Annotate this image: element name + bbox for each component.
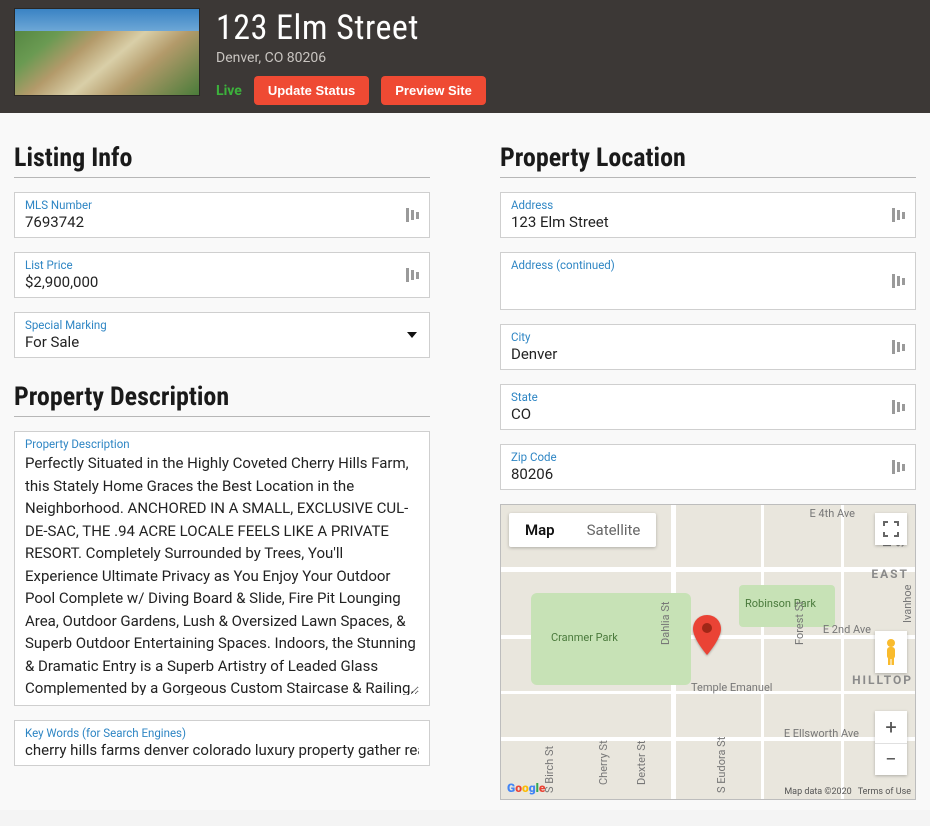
state-label: State [511,390,905,404]
address-label: Address [511,198,905,212]
address-field[interactable]: Address [500,192,916,238]
field-action-icon[interactable] [892,400,905,414]
description-field[interactable]: Property Description [14,431,430,706]
map-area2-label: HILLTOP [852,673,913,687]
map-vstreet-5: Dexter St [635,740,648,785]
location-heading: Property Location [500,143,916,178]
state-input[interactable] [511,404,905,423]
map-label-park1: Cranmer Park [551,631,618,644]
zip-input[interactable] [511,464,905,483]
update-status-button[interactable]: Update Status [254,76,369,105]
map-vstreet-6: S Eudora St [715,737,728,793]
zip-label: Zip Code [511,450,905,464]
field-action-icon[interactable] [892,460,905,474]
price-label: List Price [25,258,419,272]
marking-select[interactable] [25,332,419,351]
mls-label: MLS Number [25,198,419,212]
zip-field[interactable]: Zip Code [500,444,916,490]
map-vstreet-7: Ivanhoe St [901,585,916,623]
address2-input[interactable] [511,272,905,291]
keywords-input[interactable] [25,740,419,759]
description-textarea[interactable] [25,451,419,695]
map-area-label: EAST [871,567,909,581]
map-attribution: Map data ©2020Terms of Use [778,787,911,797]
city-field[interactable]: City [500,324,916,370]
map-vstreet-2: Forest St [793,601,806,645]
description-heading: Property Description [14,382,430,417]
pegman-icon[interactable] [875,631,907,673]
zoom-in-button[interactable]: + [875,711,907,744]
marking-label: Special Marking [25,318,419,332]
status-badge: Live [216,83,242,99]
address2-label: Address (continued) [511,258,905,272]
map-vstreet-1: Dahlia St [659,602,672,645]
map-type-toggle[interactable]: Map Satellite [509,513,656,547]
keywords-label: Key Words (for Search Engines) [25,726,419,740]
page-header: 123 Elm Street Denver, CO 80206 Live Upd… [0,0,930,113]
map-pin-icon [693,615,721,659]
zoom-out-button[interactable]: − [875,744,907,776]
address-input[interactable] [511,212,905,231]
zoom-control[interactable]: + − [875,711,907,775]
price-field[interactable]: List Price [14,252,430,298]
map-street-2: E 2nd Ave [823,623,871,636]
state-field[interactable]: State [500,384,916,430]
price-input[interactable] [25,272,419,291]
address2-field[interactable]: Address (continued) [500,252,916,310]
field-action-icon[interactable] [406,208,419,222]
listing-info-heading: Listing Info [14,143,430,178]
city-label: City [511,330,905,344]
satellite-tab[interactable]: Satellite [571,513,657,547]
keywords-field[interactable]: Key Words (for Search Engines) [14,720,430,766]
map-vstreet-4: Cherry St [597,740,610,785]
field-action-icon[interactable] [892,274,905,288]
map-tab[interactable]: Map [509,513,571,547]
listing-thumbnail [14,8,200,96]
map-widget[interactable]: Cranmer Park Robinson Park Temple Emanue… [500,504,916,800]
google-logo: Google [507,781,545,795]
listing-title: 123 Elm Street [216,8,486,48]
map-street-1: E 4th Ave [809,507,855,520]
field-action-icon[interactable] [892,340,905,354]
mls-field[interactable]: MLS Number [14,192,430,238]
field-action-icon[interactable] [406,268,419,282]
fullscreen-button[interactable] [875,513,907,545]
mls-input[interactable] [25,212,419,231]
field-action-icon[interactable] [892,208,905,222]
map-label-temple: Temple Emanuel [691,681,772,694]
chevron-down-icon [407,332,417,338]
listing-subtitle: Denver, CO 80206 [216,50,486,66]
city-input[interactable] [511,344,905,363]
preview-site-button[interactable]: Preview Site [381,76,486,105]
marking-field[interactable]: Special Marking [14,312,430,358]
description-label: Property Description [25,437,419,451]
map-street-3: E Ellsworth Ave [784,727,859,740]
